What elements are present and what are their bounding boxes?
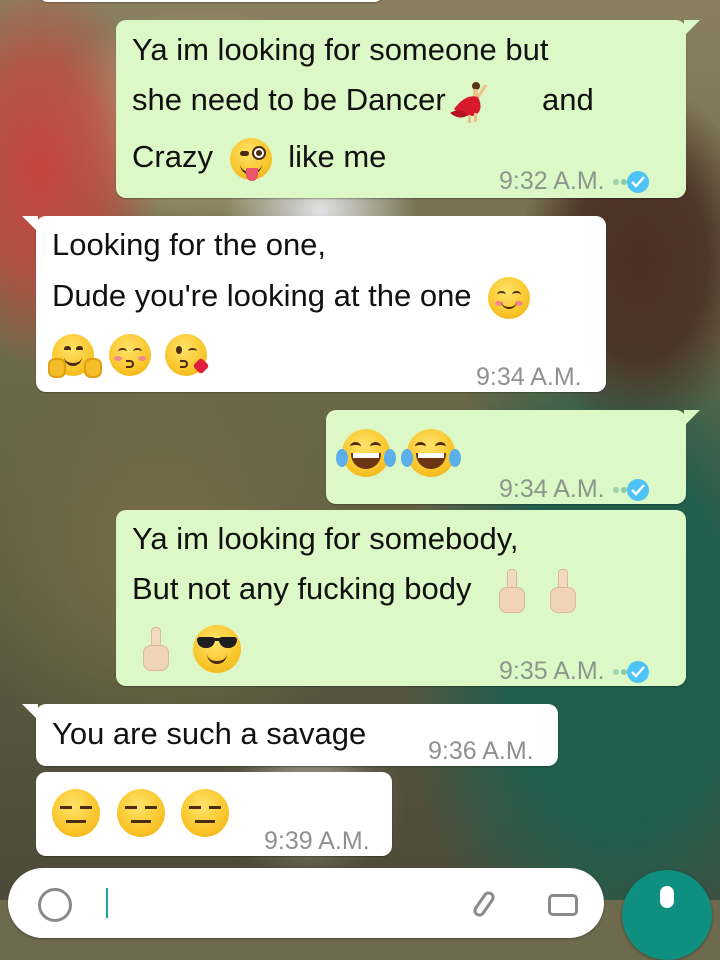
message-time: 9:35 A.M.	[499, 657, 605, 685]
dancer-emoji	[446, 79, 490, 125]
emoji-row	[336, 426, 461, 477]
message-time: 9:39 A.M.	[264, 827, 370, 855]
message-text: You are such a savage	[52, 716, 367, 751]
message-bubble-outgoing[interactable]: Ya im looking for someone but she need t…	[116, 20, 700, 198]
message-bubble-outgoing[interactable]: Ya im looking for somebody, But not any …	[116, 510, 686, 686]
message-text: Looking for the one,	[52, 227, 327, 262]
expressionless-face-emoji	[181, 788, 230, 837]
message-bubble-incoming[interactable]: You are such a savage 9:36 A.M.	[22, 704, 558, 766]
message-time: 9:36 A.M.	[428, 737, 534, 765]
hugging-face-emoji	[48, 333, 102, 378]
message-text-line: Dude you're looking at the one	[52, 271, 531, 321]
message-text: like me	[288, 139, 387, 174]
message-text: But not any fucking body	[132, 571, 472, 606]
message-text: and	[542, 82, 594, 117]
message-bubble-incoming[interactable]: 9:39 A.M.	[36, 772, 392, 856]
emoji-row	[140, 622, 241, 673]
attach-icon[interactable]	[471, 889, 497, 919]
message-time: 9:32 A.M.	[499, 167, 605, 195]
face-blowing-kiss-emoji	[165, 333, 210, 376]
read-receipt-icon	[611, 661, 649, 684]
message-text: Ya im looking for someone but	[132, 32, 549, 67]
message-time: 9:34 A.M.	[499, 475, 605, 503]
previous-message-bubble	[38, 0, 384, 2]
camera-icon[interactable]	[548, 894, 578, 916]
message-time: 9:34 A.M.	[476, 363, 582, 391]
message-text: she need to be Dancer	[132, 82, 446, 117]
sunglasses-face-emoji	[192, 624, 241, 673]
tears-of-joy-emoji	[400, 428, 461, 477]
message-text-line: Crazy like me	[132, 132, 386, 182]
message-meta: 9:32 A.M.	[499, 156, 649, 206]
message-text-line: But not any fucking body	[132, 564, 577, 614]
message-input[interactable]	[8, 868, 604, 938]
message-meta: 9:35 A.M.	[499, 646, 649, 696]
message-meta: 9:34 A.M.	[499, 464, 649, 514]
message-text: Ya im looking for somebody,	[132, 521, 519, 556]
expressionless-face-emoji	[116, 788, 165, 837]
relaxed-face-emoji	[488, 276, 531, 319]
middle-finger-emoji	[547, 568, 577, 613]
message-text: Crazy	[132, 139, 213, 174]
emoji-row	[48, 328, 210, 378]
text-cursor	[106, 888, 108, 918]
message-bubble-incoming[interactable]: Looking for the one, Dude you're looking…	[22, 216, 606, 392]
tears-of-joy-emoji	[336, 428, 396, 477]
emoji-row	[52, 786, 230, 837]
voice-record-button[interactable]	[622, 870, 712, 960]
kissing-smiling-eyes-emoji	[108, 333, 151, 376]
message-bubble-outgoing[interactable]: 9:34 A.M.	[326, 410, 700, 504]
zany-face-emoji	[229, 137, 272, 181]
read-receipt-icon	[611, 479, 649, 502]
message-text: Dude you're looking at the one	[52, 278, 472, 313]
message-text-line: she need to be Dancer	[132, 75, 490, 125]
middle-finger-emoji	[496, 568, 526, 613]
mic-icon	[660, 886, 674, 908]
read-receipt-icon	[611, 171, 649, 194]
emoji-icon[interactable]	[38, 888, 72, 922]
middle-finger-emoji	[140, 626, 170, 671]
expressionless-face-emoji	[52, 788, 100, 837]
